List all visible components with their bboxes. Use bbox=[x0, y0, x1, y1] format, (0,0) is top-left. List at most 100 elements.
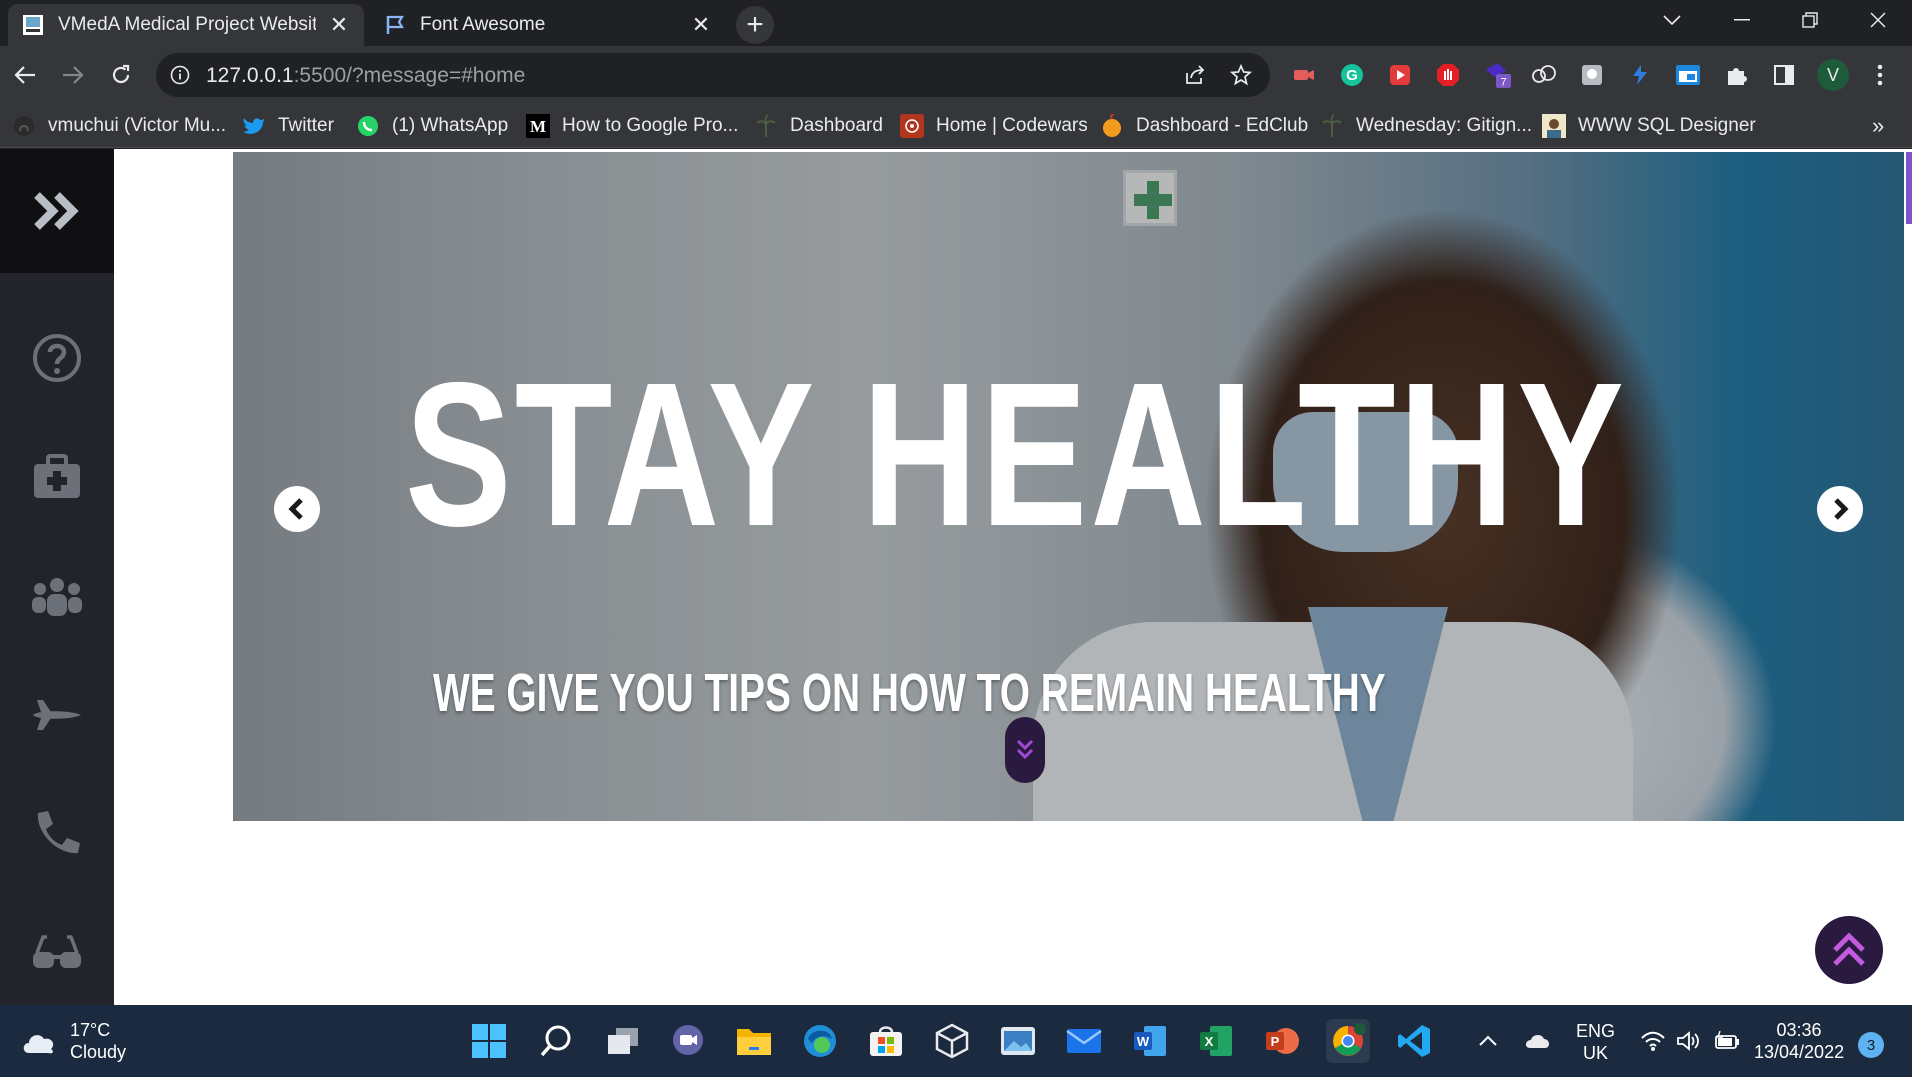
window-extension-icon[interactable] bbox=[1674, 61, 1702, 89]
wifi-icon bbox=[1641, 1031, 1665, 1051]
sidebar-item-help[interactable] bbox=[0, 323, 114, 393]
grammarly-extension-icon[interactable]: G bbox=[1338, 61, 1366, 89]
puzzle-extensions-icon[interactable] bbox=[1722, 61, 1750, 89]
show-hidden-icons-button[interactable] bbox=[1478, 1005, 1498, 1077]
sql-icon bbox=[1542, 114, 1566, 138]
vscode-app-button[interactable] bbox=[1392, 1019, 1436, 1063]
sidebar-item-medical[interactable] bbox=[0, 442, 114, 512]
language-indicator[interactable]: ENG UK bbox=[1576, 1005, 1615, 1077]
page-viewport: STAY HEALTHY WE GIVE YOU TIPS ON HOW TO … bbox=[0, 149, 1912, 1005]
mail-app-button[interactable] bbox=[1062, 1019, 1106, 1063]
network-volume-battery-button[interactable] bbox=[1640, 1005, 1740, 1077]
close-tab-icon[interactable]: ✕ bbox=[328, 12, 350, 37]
store-icon bbox=[870, 1026, 902, 1056]
carousel-next-button[interactable] bbox=[1817, 486, 1863, 532]
bookmark-label: How to Google Pro... bbox=[562, 115, 739, 136]
url-text[interactable]: 127.0.0.1:5500/?message=#home bbox=[206, 64, 525, 88]
back-button[interactable] bbox=[6, 56, 44, 94]
search-icon bbox=[540, 1025, 571, 1057]
bookmark-whatsapp[interactable]: (1) WhatsApp bbox=[356, 112, 508, 140]
double-chevron-right-icon bbox=[34, 192, 79, 230]
bookmark-label: Dashboard bbox=[790, 115, 883, 136]
screencast-extension-icon[interactable] bbox=[1290, 61, 1318, 89]
address-bar[interactable]: 127.0.0.1:5500/?message=#home bbox=[156, 53, 1270, 97]
photos-icon bbox=[1001, 1027, 1035, 1055]
scroll-down-button[interactable] bbox=[1005, 717, 1045, 783]
page-scrollbar-thumb[interactable] bbox=[1906, 152, 1912, 224]
powerpoint-app-button[interactable]: P bbox=[1260, 1019, 1304, 1063]
sidebar-item-vision[interactable] bbox=[0, 918, 114, 988]
system-clock[interactable]: 03:36 13/04/2022 bbox=[1754, 1019, 1844, 1063]
menu-kebab-icon[interactable] bbox=[1866, 61, 1894, 89]
bookmark-dashboard[interactable]: Dashboard bbox=[754, 112, 883, 140]
tab-search-icon[interactable] bbox=[1642, 0, 1702, 40]
tab-font-awesome[interactable]: Font Awesome ✕ bbox=[370, 4, 726, 46]
bookmark-star-icon[interactable] bbox=[1230, 64, 1252, 86]
sidebar-item-contact[interactable] bbox=[0, 799, 114, 869]
sidebar-toggle-button[interactable] bbox=[0, 149, 114, 273]
taskbar-search-button[interactable] bbox=[534, 1019, 578, 1063]
bulb-extension-icon[interactable] bbox=[1578, 61, 1606, 89]
bookmark-codewars[interactable]: Home | Codewars bbox=[900, 112, 1088, 140]
language-code: ENG bbox=[1576, 1021, 1616, 1041]
codewars-icon bbox=[900, 114, 924, 138]
microsoft-store-button[interactable] bbox=[864, 1019, 908, 1063]
file-explorer-button[interactable] bbox=[732, 1019, 776, 1063]
bookmark-github[interactable]: vmuchui (Victor Mu... bbox=[12, 112, 226, 140]
bookmarks-overflow-button[interactable]: » bbox=[1872, 112, 1884, 140]
svg-text:W: W bbox=[1137, 1034, 1150, 1049]
adblock-extension-icon[interactable] bbox=[1434, 61, 1462, 89]
users-icon bbox=[32, 578, 82, 616]
task-view-button[interactable] bbox=[601, 1019, 645, 1063]
sidebar-item-travel[interactable] bbox=[0, 680, 114, 750]
notification-badge[interactable]: 3 bbox=[1858, 1032, 1884, 1058]
share-icon[interactable] bbox=[1184, 64, 1206, 86]
side-panel-icon[interactable] bbox=[1770, 61, 1798, 89]
whatsapp-icon bbox=[356, 114, 380, 138]
excel-icon: X bbox=[1200, 1026, 1232, 1056]
tab-vmeda[interactable]: VMedA Medical Project Website ✕ bbox=[8, 4, 364, 46]
bolt-extension-icon[interactable] bbox=[1626, 61, 1654, 89]
reload-button[interactable] bbox=[102, 56, 140, 94]
close-window-icon[interactable] bbox=[1848, 0, 1908, 40]
back-to-top-button[interactable] bbox=[1815, 916, 1883, 984]
minimize-icon[interactable] bbox=[1712, 0, 1772, 40]
volume-icon bbox=[1677, 1031, 1699, 1051]
bookmark-wednesday[interactable]: Wednesday: Gitign... bbox=[1320, 112, 1532, 140]
edge-browser-button[interactable] bbox=[798, 1019, 842, 1063]
chrome-app-button[interactable] bbox=[1326, 1019, 1370, 1063]
cube-icon bbox=[935, 1023, 969, 1059]
weather-widget[interactable]: 17°C Cloudy bbox=[20, 1019, 126, 1063]
bookmark-medium[interactable]: M How to Google Pro... bbox=[526, 112, 738, 140]
excel-app-button[interactable]: X bbox=[1194, 1019, 1238, 1063]
cloud-extension-icon[interactable] bbox=[1530, 61, 1558, 89]
new-tab-button[interactable]: + bbox=[736, 6, 774, 44]
info-icon[interactable] bbox=[170, 65, 190, 85]
forward-button[interactable] bbox=[54, 56, 92, 94]
restore-icon[interactable] bbox=[1780, 0, 1840, 40]
word-icon: W bbox=[1134, 1026, 1166, 1056]
profile-avatar[interactable]: V bbox=[1817, 59, 1849, 91]
hero-carousel: STAY HEALTHY WE GIVE YOU TIPS ON HOW TO … bbox=[233, 152, 1904, 821]
close-tab-icon[interactable]: ✕ bbox=[690, 12, 712, 37]
onedrive-button[interactable] bbox=[1524, 1005, 1552, 1077]
url-path: :5500/?message=#home bbox=[293, 64, 526, 87]
photos-app-button[interactable] bbox=[996, 1019, 1040, 1063]
teams-chat-button[interactable] bbox=[666, 1019, 710, 1063]
double-chevron-up-icon bbox=[1833, 932, 1865, 966]
video-extension-icon[interactable] bbox=[1386, 61, 1414, 89]
sidebar-item-team[interactable] bbox=[0, 561, 114, 631]
word-app-button[interactable]: W bbox=[1128, 1019, 1172, 1063]
powerpoint-icon: P bbox=[1266, 1028, 1299, 1054]
cube-app-button[interactable] bbox=[930, 1019, 974, 1063]
start-button[interactable] bbox=[467, 1019, 511, 1063]
bookmark-twitter[interactable]: Twitter bbox=[242, 112, 334, 140]
weather-temperature: 17°C bbox=[70, 1020, 111, 1040]
svg-text:M: M bbox=[530, 117, 546, 136]
chevron-up-icon bbox=[1479, 1035, 1497, 1046]
bookmark-edclub[interactable]: Dashboard - EdClub bbox=[1100, 112, 1308, 140]
carousel-prev-button[interactable] bbox=[274, 486, 320, 532]
vmeda-favicon-icon bbox=[23, 15, 43, 35]
bookmark-sql-designer[interactable]: WWW SQL Designer bbox=[1542, 112, 1756, 140]
extension-badge-icon[interactable]: 7 bbox=[1484, 61, 1512, 89]
